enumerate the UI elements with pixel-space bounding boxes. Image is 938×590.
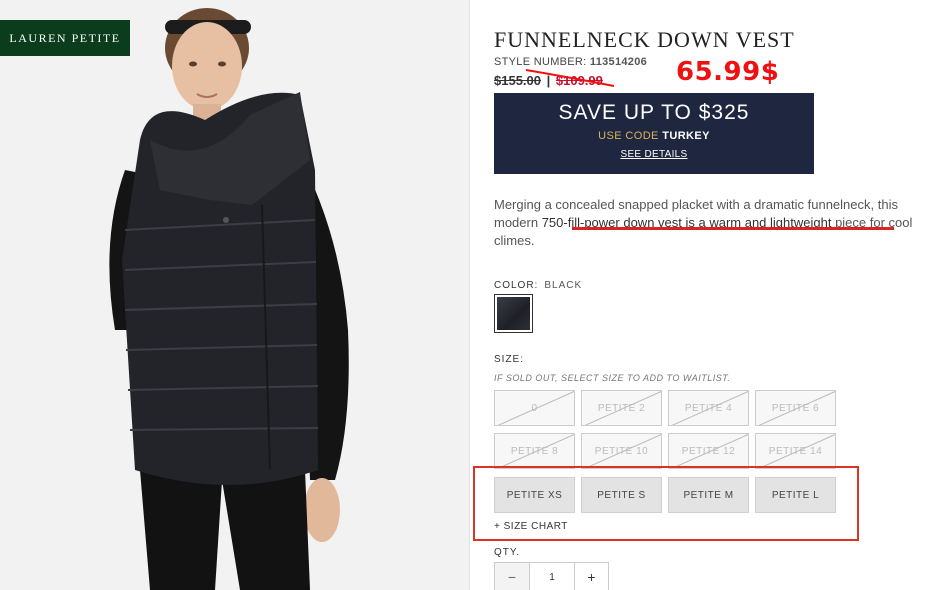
size-option-button[interactable]: PETITE 10 — [581, 433, 662, 469]
size-option-button[interactable]: PETITE 6 — [755, 390, 836, 426]
size-option-button[interactable]: PETITE 12 — [668, 433, 749, 469]
size-option-button[interactable]: PETITE 4 — [668, 390, 749, 426]
promo-banner[interactable]: SAVE UP TO $325 USE CODE TURKEY SEE DETA… — [494, 93, 814, 174]
promo-code: TURKEY — [662, 130, 710, 142]
brand-badge: LAUREN PETITE — [0, 20, 130, 56]
quantity-stepper: − 1 + — [494, 562, 609, 590]
size-label: SIZE: — [494, 354, 525, 365]
red-underline-annotation — [572, 227, 894, 230]
size-option-button[interactable]: PETITE 8 — [494, 433, 575, 469]
quantity-input[interactable]: 1 — [529, 563, 574, 590]
product-description: Merging a concealed snapped placket with… — [494, 196, 914, 250]
model-photo-illustration — [0, 0, 469, 590]
color-label-text: COLOR: — [494, 280, 539, 291]
size-option-button[interactable]: PETITE 2 — [581, 390, 662, 426]
annotated-price: 65.99$ — [676, 57, 780, 87]
quantity-increase-button[interactable]: + — [574, 563, 608, 590]
promo-code-line: USE CODE TURKEY — [494, 130, 814, 142]
product-title: FUNNELNECK DOWN VEST — [494, 27, 795, 52]
promo-headline: SAVE UP TO $325 — [558, 101, 750, 124]
panel-divider — [469, 0, 470, 590]
quantity-decrease-button[interactable]: − — [495, 563, 529, 590]
product-image[interactable]: LAUREN PETITE — [0, 0, 469, 590]
red-strike-annotation — [525, 69, 615, 87]
see-details-link[interactable]: SEE DETAILS — [494, 149, 814, 160]
swatch-image — [497, 297, 530, 330]
waitlist-note: IF SOLD OUT, SELECT SIZE TO ADD TO WAITL… — [494, 373, 731, 383]
color-value: BLACK — [544, 280, 583, 291]
color-swatch-black[interactable] — [494, 294, 533, 333]
size-option-button[interactable]: PETITE 14 — [755, 433, 836, 469]
size-chart-link[interactable]: + SIZE CHART — [494, 521, 568, 532]
promo-code-prefix: USE CODE — [598, 130, 659, 142]
size-option-button[interactable]: 0 — [494, 390, 575, 426]
color-label: COLOR: BLACK — [494, 280, 582, 291]
quantity-label: QTY. — [494, 547, 521, 558]
